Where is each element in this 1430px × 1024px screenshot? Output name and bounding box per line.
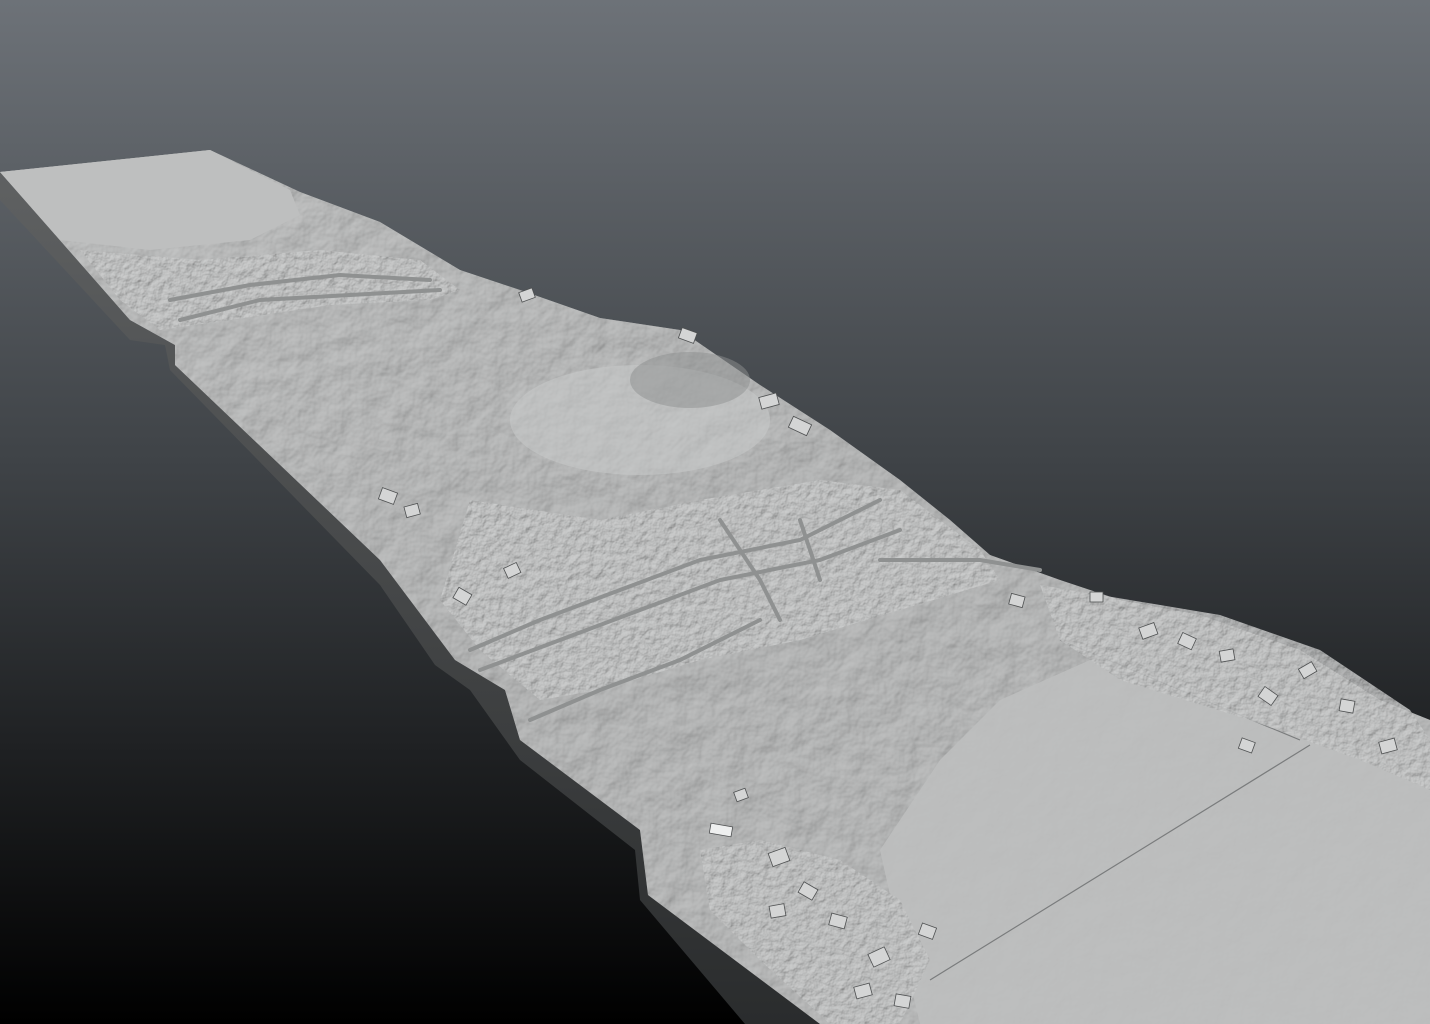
crater-shadow [630,352,750,408]
3d-viewport[interactable] [0,0,1430,1024]
terrain-render[interactable] [0,0,1430,1024]
